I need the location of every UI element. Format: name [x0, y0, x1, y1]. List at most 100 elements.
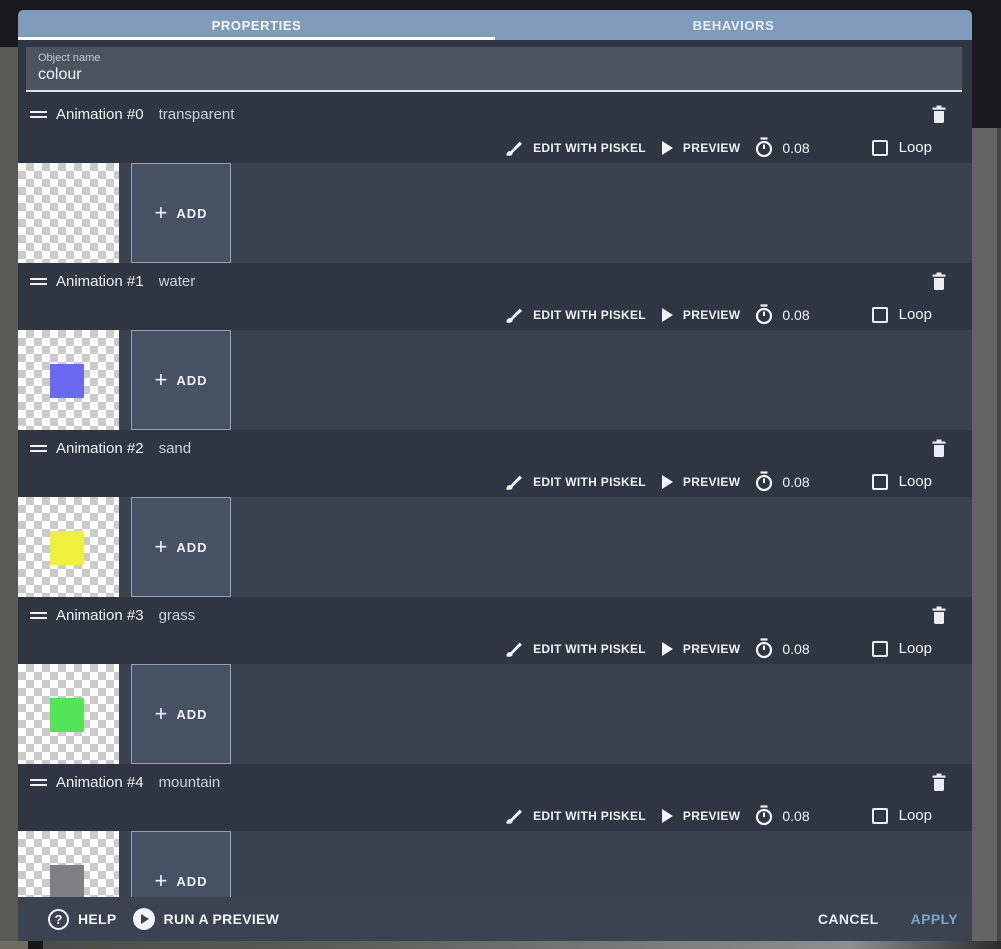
edit-with-piskel-button[interactable]: EDIT WITH PISKEL: [505, 139, 646, 157]
add-frame-label: ADD: [176, 873, 208, 889]
preview-button[interactable]: PREVIEW: [661, 474, 740, 489]
add-frame-button[interactable]: + ADD: [131, 330, 231, 430]
loop-toggle[interactable]: Loop: [871, 640, 932, 657]
loop-toggle[interactable]: Loop: [871, 473, 932, 490]
object-name-input[interactable]: [38, 64, 950, 84]
time-between-frames-button[interactable]: 0.08: [754, 471, 810, 492]
loop-checkbox[interactable]: [871, 807, 888, 824]
animation-name-input[interactable]: [158, 105, 930, 123]
animation-title: Animation #2: [56, 439, 144, 457]
delete-animation-button[interactable]: [930, 438, 948, 458]
edit-with-piskel-button[interactable]: EDIT WITH PISKEL: [505, 473, 646, 491]
edit-with-piskel-label: EDIT WITH PISKEL: [533, 474, 646, 489]
apply-button[interactable]: APPLY: [911, 911, 958, 927]
edit-with-piskel-button[interactable]: EDIT WITH PISKEL: [505, 640, 646, 658]
preview-button[interactable]: PREVIEW: [661, 140, 740, 155]
animation-title-row: Animation #3: [18, 597, 972, 633]
tab-bar: PROPERTIES BEHAVIORS: [18, 10, 972, 40]
add-frame-label: ADD: [176, 539, 208, 555]
frame-thumbnail[interactable]: [18, 163, 119, 263]
edit-with-piskel-button[interactable]: EDIT WITH PISKEL: [505, 807, 646, 825]
footer-left-actions: ? HELP RUN A PREVIEW: [48, 908, 279, 930]
loop-checkbox[interactable]: [871, 306, 888, 323]
frame-color-swatch: [50, 698, 84, 732]
time-between-frames-value: 0.08: [782, 473, 810, 490]
object-properties-dialog: PROPERTIES BEHAVIORS Object name Animati…: [18, 10, 972, 941]
backdrop-left: [0, 47, 18, 949]
edit-with-piskel-button[interactable]: EDIT WITH PISKEL: [505, 306, 646, 324]
animation-name-input[interactable]: [158, 606, 930, 624]
frame-thumbnail[interactable]: [18, 664, 119, 764]
animation-title: Animation #0: [56, 105, 144, 123]
add-frame-button[interactable]: + ADD: [131, 664, 231, 764]
loop-label: Loop: [898, 473, 932, 490]
tab-behaviors[interactable]: BEHAVIORS: [495, 10, 972, 40]
frame-thumbnail[interactable]: [18, 497, 119, 597]
backdrop-bottom: [0, 941, 1001, 949]
animation-toolbar: EDIT WITH PISKEL PREVIEW 0.08 Loop: [18, 466, 972, 497]
animation-name-input[interactable]: [158, 773, 930, 791]
frame-color-swatch: [50, 865, 84, 899]
frame-thumbnail[interactable]: [18, 330, 119, 430]
loop-toggle[interactable]: Loop: [871, 807, 932, 824]
cancel-button[interactable]: CANCEL: [818, 911, 879, 927]
delete-animation-button[interactable]: [930, 772, 948, 792]
delete-animation-button[interactable]: [930, 605, 948, 625]
add-frame-button[interactable]: + ADD: [131, 163, 231, 263]
plus-icon: +: [154, 868, 168, 893]
preview-label: PREVIEW: [682, 808, 741, 823]
preview-button[interactable]: PREVIEW: [661, 641, 740, 656]
animation-toolbar: EDIT WITH PISKEL PREVIEW 0.08 Loop: [18, 299, 972, 330]
time-between-frames-button[interactable]: 0.08: [754, 638, 810, 659]
stopwatch-icon: [756, 638, 773, 659]
help-button[interactable]: ? HELP: [48, 908, 117, 930]
animation-section: Animation #0 EDIT WITH PISKEL: [18, 96, 972, 263]
loop-checkbox[interactable]: [871, 139, 888, 156]
animation-toolbar: EDIT WITH PISKEL PREVIEW 0.08 Loop: [18, 132, 972, 163]
trash-icon: [932, 773, 946, 791]
loop-toggle[interactable]: Loop: [871, 139, 932, 156]
brush-icon: [506, 642, 523, 657]
drag-handle-icon[interactable]: [30, 442, 47, 455]
tab-behaviors-label: BEHAVIORS: [692, 17, 775, 33]
time-between-frames-value: 0.08: [782, 306, 810, 323]
edit-with-piskel-label: EDIT WITH PISKEL: [533, 808, 646, 823]
loop-toggle[interactable]: Loop: [871, 306, 932, 323]
tab-properties[interactable]: PROPERTIES: [18, 10, 495, 40]
delete-animation-button[interactable]: [930, 104, 948, 124]
plus-icon: +: [154, 200, 168, 225]
time-between-frames-button[interactable]: 0.08: [754, 304, 810, 325]
loop-checkbox[interactable]: [871, 640, 888, 657]
animation-frames-row: + ADD: [18, 330, 972, 430]
animation-title: Animation #1: [56, 272, 144, 290]
animation-title-row: Animation #2: [18, 430, 972, 466]
time-between-frames-button[interactable]: 0.08: [754, 805, 810, 826]
animation-frames-row: + ADD: [18, 664, 972, 764]
animation-section: Animation #3 EDIT WITH PISKEL: [18, 597, 972, 764]
time-between-frames-button[interactable]: 0.08: [754, 137, 810, 158]
trash-icon: [932, 105, 946, 123]
stopwatch-icon: [756, 805, 773, 826]
drag-handle-icon[interactable]: [30, 108, 47, 121]
delete-animation-button[interactable]: [930, 271, 948, 291]
trash-icon: [932, 439, 946, 457]
preview-button[interactable]: PREVIEW: [661, 808, 741, 823]
preview-button[interactable]: PREVIEW: [661, 307, 740, 322]
animation-header: Animation #0 EDIT WITH PISKEL: [18, 96, 972, 163]
trash-icon: [932, 272, 946, 290]
active-tab-underline: [18, 37, 495, 40]
animation-name-input[interactable]: [158, 272, 930, 290]
loop-label: Loop: [898, 139, 932, 156]
backdrop-bottom-corner: [0, 941, 28, 949]
plus-icon: +: [154, 367, 168, 392]
edit-with-piskel-label: EDIT WITH PISKEL: [533, 641, 646, 656]
drag-handle-icon[interactable]: [30, 609, 47, 622]
animation-title-row: Animation #0: [18, 96, 972, 132]
animation-name-input[interactable]: [158, 439, 930, 457]
loop-checkbox[interactable]: [871, 473, 888, 490]
drag-handle-icon[interactable]: [30, 275, 47, 288]
footer-right-actions: CANCEL APPLY: [818, 911, 958, 927]
drag-handle-icon[interactable]: [30, 776, 47, 789]
run-a-preview-button[interactable]: RUN A PREVIEW: [132, 908, 280, 930]
add-frame-button[interactable]: + ADD: [131, 497, 231, 597]
